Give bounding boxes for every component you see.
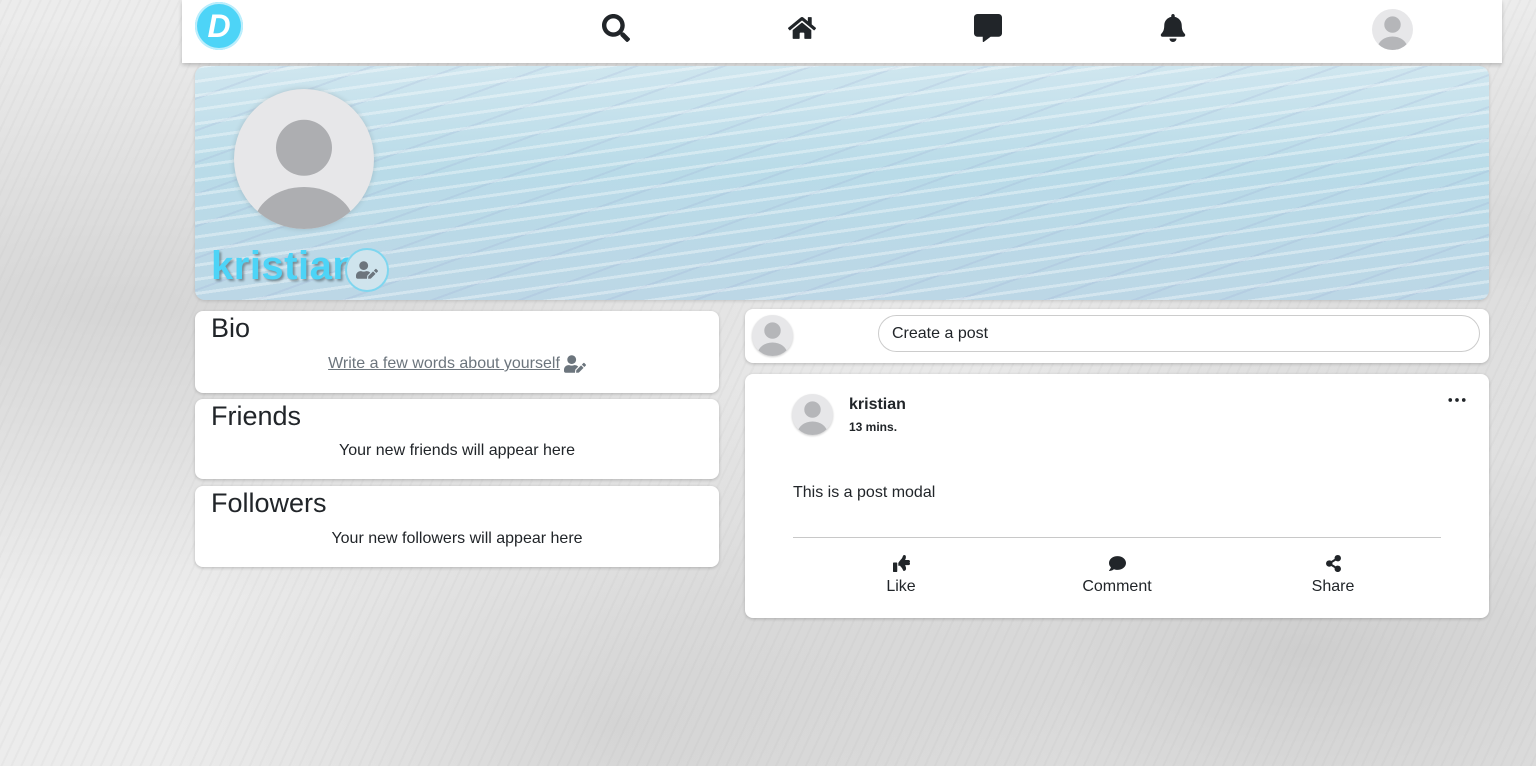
- app-logo[interactable]: D: [195, 2, 243, 50]
- user-edit-icon: [356, 261, 378, 279]
- share-label: Share: [1311, 578, 1355, 595]
- home-icon[interactable]: [788, 14, 816, 42]
- comment-button[interactable]: Comment: [1072, 555, 1162, 596]
- bio-text-row: Write a few words about yourself: [195, 355, 719, 373]
- user-edit-icon: [563, 355, 586, 373]
- bio-title: Bio: [211, 313, 251, 343]
- profile-name: kristian: [211, 244, 358, 288]
- comment-icon: [1108, 556, 1126, 571]
- thumbs-up-icon: [892, 555, 910, 572]
- friends-empty-text: Your new friends will appear here: [339, 442, 575, 459]
- post-options-button[interactable]: [1445, 388, 1469, 412]
- share-icon: [1325, 555, 1341, 572]
- share-button[interactable]: Share: [1288, 555, 1378, 596]
- followers-empty-text: Your new followers will appear here: [331, 530, 583, 547]
- post-body: This is a post modal: [793, 484, 936, 501]
- post-card: kristian 13 mins. This is a post modal L…: [745, 374, 1489, 618]
- post-author-avatar[interactable]: [792, 394, 833, 435]
- bio-card: Bio Write a few words about yourself: [195, 311, 719, 393]
- profile-cover: kristian: [195, 66, 1489, 300]
- write-bio-label: Write a few words about yourself: [328, 355, 560, 372]
- like-label: Like: [886, 578, 916, 595]
- comment-label: Comment: [1082, 578, 1152, 595]
- search-icon[interactable]: [602, 14, 630, 42]
- post-author-name[interactable]: kristian: [849, 396, 906, 414]
- post-timestamp: 13 mins.: [849, 420, 898, 434]
- followers-card: Followers Your new followers will appear…: [195, 486, 719, 567]
- create-post-input[interactable]: Create a post: [878, 315, 1480, 352]
- friends-card: Friends Your new friends will appear her…: [195, 399, 719, 479]
- bell-icon[interactable]: [1159, 14, 1187, 42]
- user-avatar[interactable]: [1372, 9, 1413, 50]
- write-bio-link[interactable]: Write a few words about yourself: [328, 355, 586, 373]
- like-button[interactable]: Like: [856, 555, 946, 596]
- message-icon[interactable]: [974, 14, 1002, 42]
- top-navbar: D: [182, 0, 1502, 63]
- followers-title: Followers: [211, 488, 327, 518]
- friends-title: Friends: [211, 401, 302, 431]
- edit-profile-button[interactable]: [345, 248, 389, 292]
- post-divider: [793, 537, 1441, 538]
- user-avatar: [752, 315, 793, 356]
- profile-picture[interactable]: [234, 89, 374, 229]
- create-post-card: Create a post: [745, 309, 1489, 363]
- ellipsis-icon: [1448, 398, 1466, 402]
